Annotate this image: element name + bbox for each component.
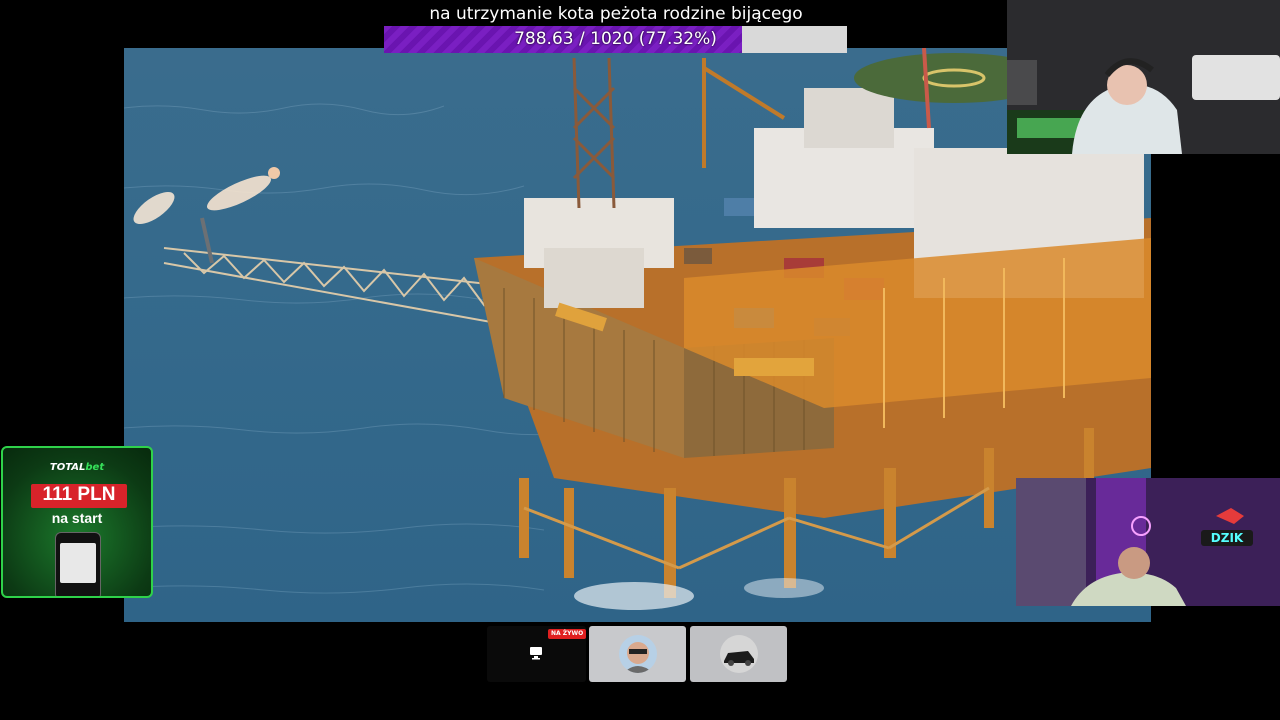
sponsor-amount: 111 PLN [31,484,127,508]
monitor-icon [530,647,542,660]
goal-progress-bar: 788.63 / 1020 (77.32%) [384,26,847,53]
webcam-streamer-top [1007,0,1280,154]
car-avatar [720,635,758,673]
sponsor-ad[interactable]: TOTALbet 111 PLN na start [1,446,153,598]
webcam-streamer-bottom: DZIK [1016,478,1280,606]
live-badge: NA ŻYWO [548,629,587,639]
shared-screen-image [124,48,1151,622]
oil-platform-picture [124,48,1151,610]
participant-tile-user1[interactable] [589,626,686,682]
participant-tile-user2[interactable] [690,626,787,682]
goal-progress-text: 788.63 / 1020 (77.32%) [514,29,717,49]
phone-icon [55,532,101,596]
person-avatar [619,635,657,673]
dzik-neon-sign: DZIK [1211,531,1244,545]
sponsor-subtitle: na start [51,510,103,526]
goal-title: na utrzymanie kota peżota rodzine bijące… [429,4,803,24]
sponsor-brand: TOTALbet [49,462,105,473]
